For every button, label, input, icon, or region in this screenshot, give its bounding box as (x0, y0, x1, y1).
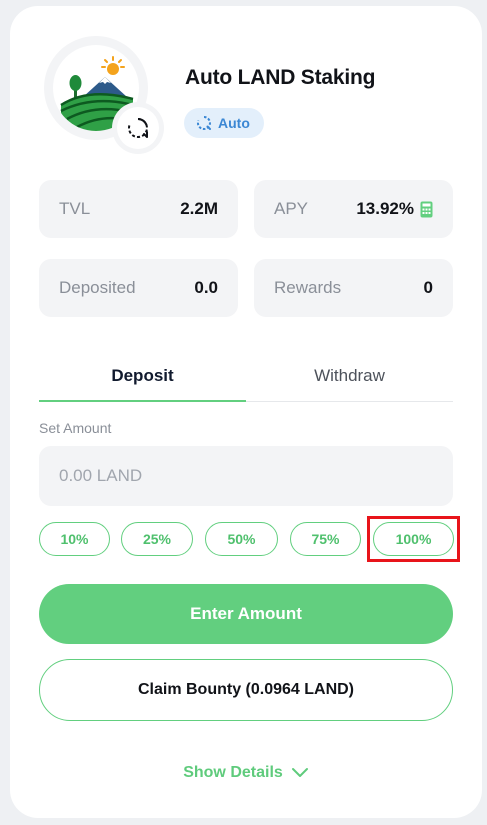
deposit-withdraw-tabs: Deposit Withdraw (39, 350, 453, 402)
highlight-box (367, 516, 460, 562)
deposited-label: Deposited (59, 278, 136, 297)
rewards-value: 0 (423, 278, 433, 297)
refresh-icon (196, 116, 211, 130)
tab-withdraw[interactable]: Withdraw (246, 350, 453, 401)
apy-stat: APY 13.92% (254, 180, 453, 238)
rewards-label: Rewards (274, 278, 342, 297)
amount-input[interactable] (39, 446, 453, 506)
tvl-value: 2.2M (180, 199, 218, 218)
calculator-icon[interactable] (420, 201, 433, 218)
rewards-stat: Rewards 0 (254, 259, 453, 317)
show-details-toggle[interactable]: Show Details (10, 764, 482, 782)
tvl-label: TVL (59, 199, 91, 218)
set-amount-label: Set Amount (39, 420, 112, 436)
percent-75-button[interactable]: 75% (290, 522, 361, 556)
apy-value: 13.92% (356, 199, 414, 218)
enter-amount-button[interactable]: Enter Amount (39, 584, 453, 644)
pool-title: Auto LAND Staking (185, 66, 376, 89)
chevron-down-icon (291, 768, 308, 777)
percent-50-button[interactable]: 50% (205, 522, 278, 556)
tvl-stat: TVL 2.2M (39, 180, 238, 238)
percent-10-button[interactable]: 10% (39, 522, 110, 556)
auto-compound-refresh-icon (128, 117, 148, 138)
claim-bounty-button[interactable]: Claim Bounty (0.0964 LAND) (39, 659, 453, 721)
show-details-label: Show Details (183, 764, 283, 781)
auto-tag: Auto (184, 108, 264, 138)
apy-label: APY (274, 199, 309, 218)
tab-deposit[interactable]: Deposit (39, 350, 246, 402)
deposited-value: 0.0 (194, 278, 218, 297)
staking-card: Auto LAND Staking Auto TVL 2.2M APY 13.9… (10, 6, 482, 818)
percent-25-button[interactable]: 25% (121, 522, 193, 556)
deposited-stat: Deposited 0.0 (39, 259, 238, 317)
auto-tag-label: Auto (218, 115, 250, 131)
auto-compound-badge (112, 102, 164, 154)
